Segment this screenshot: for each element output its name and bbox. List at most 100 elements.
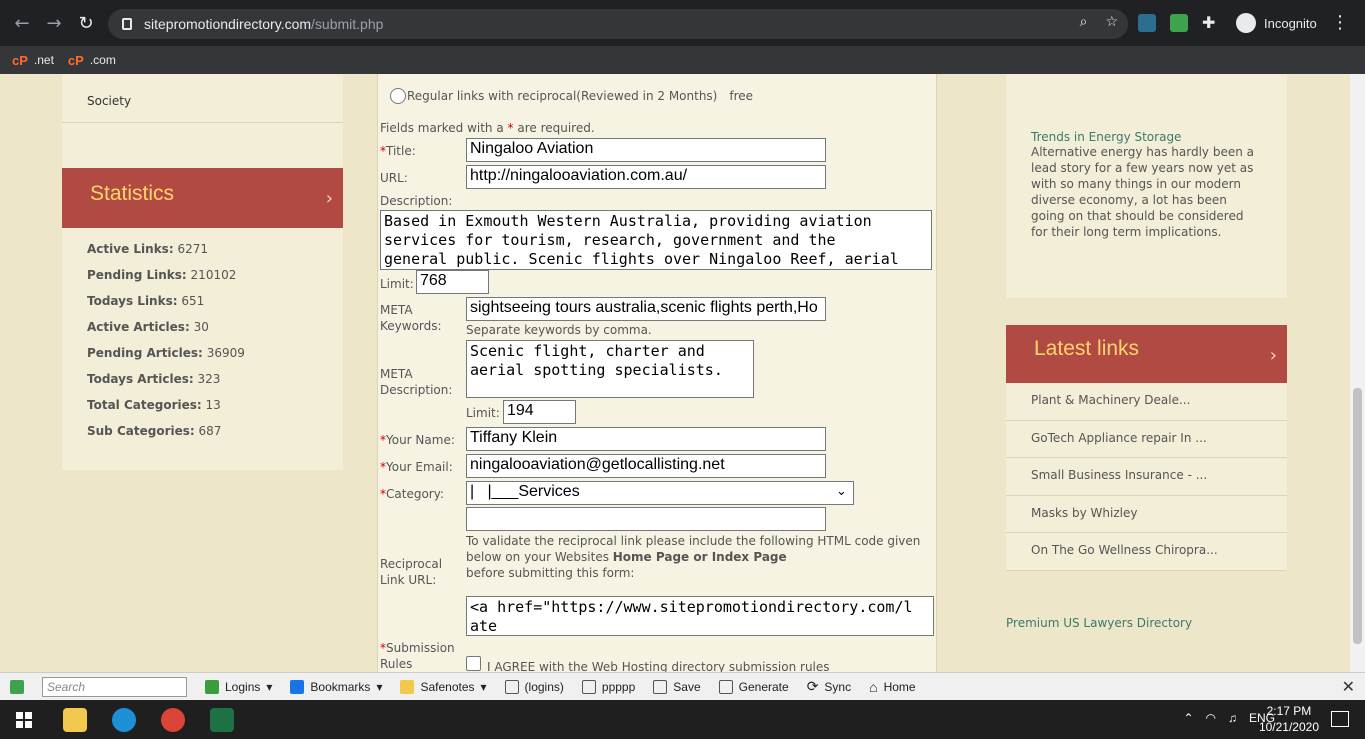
bookmark-label: .net — [33, 53, 54, 67]
forward-arrow-icon[interactable]: → — [38, 13, 70, 34]
label-text: Title: — [386, 144, 416, 158]
clock[interactable]: 2:17 PM 10/21/2020 — [1259, 703, 1319, 735]
zoom-icon[interactable]: ⌕ — [1080, 14, 1088, 30]
stat-item: Total Categories: 13 — [87, 398, 318, 424]
regular-link-radio[interactable] — [390, 88, 406, 104]
toolbar-label: ppppp — [601, 679, 636, 694]
stat-value: 36909 — [206, 346, 245, 360]
meta-limit-label: Limit: — [466, 406, 500, 420]
excel-icon[interactable] — [210, 708, 234, 732]
chevron-right-icon: › — [1269, 345, 1277, 366]
latest-link-item[interactable]: Small Business Insurance - ... — [1006, 458, 1287, 496]
clock-date: 10/21/2020 — [1258, 720, 1319, 734]
cpanel-icon: cP — [67, 52, 84, 68]
agree-checkbox[interactable] — [466, 655, 481, 671]
note-icon — [400, 679, 415, 694]
star-icon[interactable]: ☆ — [1105, 14, 1118, 30]
stat-item: Active Links: 6271 — [87, 242, 318, 268]
meta-keywords-label: META Keywords: — [380, 303, 442, 333]
latest-link-item[interactable]: Plant & Machinery Deale... — [1006, 383, 1287, 421]
menu-icon[interactable]: ⋮ — [1331, 12, 1349, 33]
stat-label: Todays Links: — [87, 294, 178, 308]
lastpass-extension-icon[interactable] — [1170, 13, 1188, 32]
stat-item: Todays Articles: 323 — [87, 372, 318, 398]
title-field[interactable]: Ningaloo Aviation — [466, 138, 826, 162]
chevron-up-icon[interactable]: ⌃ — [1183, 711, 1193, 725]
category-label[interactable]: Society — [87, 94, 131, 108]
chrome-icon[interactable] — [161, 708, 185, 732]
stat-label: Pending Links: — [87, 268, 187, 282]
volume-icon[interactable]: ♫ — [1228, 711, 1237, 725]
ppppp-item[interactable]: ppppp — [581, 679, 636, 694]
lastpass-search-input[interactable]: Search — [42, 676, 187, 697]
generate-button[interactable]: Generate — [718, 679, 789, 694]
name-field[interactable]: Tiffany Klein — [466, 427, 826, 451]
scroll-thumb[interactable] — [1353, 388, 1362, 644]
bookmark-com[interactable]: cP .com — [68, 53, 116, 68]
keywords-hint: Separate keywords by comma. — [466, 323, 652, 337]
lastpass-icon[interactable] — [10, 679, 24, 694]
windows-taskbar: ⌃ ◠ ♫ ENG 2:17 PM 10/21/2020 — [0, 700, 1365, 739]
meta-description-field[interactable]: Scenic flight, charter and aerial spotti… — [466, 340, 754, 398]
latest-link-item[interactable]: GoTech Appliance repair In ... — [1006, 421, 1287, 458]
stat-item: Todays Links: 651 — [87, 294, 318, 320]
toolbar-label: Sync — [824, 679, 852, 694]
stat-value: 323 — [197, 372, 221, 386]
edge-icon[interactable] — [112, 708, 136, 732]
safenotes-menu[interactable]: Safenotes ▾ — [400, 679, 487, 694]
category-society[interactable]: Society — [62, 74, 343, 123]
trends-title[interactable]: Trends in Energy Storage — [1031, 130, 1262, 144]
statistics-header: Statistics › — [62, 168, 343, 228]
page-scrollbar[interactable] — [1350, 74, 1365, 672]
incognito-icon — [1236, 13, 1256, 33]
network-icon[interactable]: ◠ — [1206, 711, 1216, 725]
file-explorer-icon[interactable] — [63, 708, 87, 732]
trends-text: Alternative energy has hardly been a lea… — [1031, 145, 1255, 239]
reciprocal-code-field[interactable]: <a href="https://www.sitepromotiondirect… — [466, 596, 934, 636]
save-button[interactable]: Save — [653, 679, 701, 694]
reciprocal-url-field[interactable] — [466, 507, 826, 531]
description-limit: 768 — [416, 270, 489, 294]
limit-label: Limit: — [380, 277, 414, 291]
url-field[interactable]: http://ningalooaviation.com.au/ — [466, 165, 826, 189]
meta-keywords-field[interactable]: sightseeing tours australia,scenic fligh… — [466, 297, 826, 321]
close-icon[interactable]: ✕ — [1342, 677, 1355, 697]
home-button[interactable]: ⌂ Home — [869, 679, 915, 695]
agree-rules[interactable]: I AGREE with the Web Hosting directory s… — [466, 652, 830, 672]
latest-link-item[interactable]: Masks by Whizley — [1006, 496, 1287, 533]
label-text: Category: — [386, 487, 444, 501]
cpanel-icon: cP — [12, 52, 28, 68]
sync-button[interactable]: ⟳ Sync — [807, 678, 851, 695]
incognito-indicator[interactable]: Incognito — [1236, 13, 1317, 33]
address-bar[interactable]: sitepromotiondirectory.com/submit.php ⌕ … — [108, 9, 1128, 39]
extension-icon[interactable] — [1138, 13, 1156, 32]
back-arrow-icon[interactable]: ← — [6, 13, 38, 34]
windows-start-icon[interactable] — [16, 712, 32, 728]
stat-label: Sub Categories: — [87, 424, 195, 438]
logins-item[interactable]: (logins) — [504, 679, 564, 694]
reciprocal-label: Reciprocal Link URL: — [380, 557, 443, 587]
description-field[interactable]: Based in Exmouth Western Australia, prov… — [380, 210, 932, 270]
email-field[interactable]: ningalooaviation@getlocallisting.net — [466, 454, 826, 478]
toolbar-label: Safenotes — [420, 679, 475, 694]
required-note-text: Fields marked with a — [380, 121, 508, 135]
toolbar-label: Home — [883, 679, 916, 694]
puzzle-icon[interactable]: ✚ — [1202, 13, 1215, 32]
category-select[interactable]: | |___Services — [466, 481, 854, 505]
chevron-down-icon[interactable]: ⌄ — [836, 484, 847, 499]
bookmarks-menu[interactable]: Bookmarks ▾ — [290, 679, 382, 694]
premium-link[interactable]: Premium US Lawyers Directory — [1006, 616, 1192, 630]
statistics-title: Statistics — [90, 182, 175, 205]
bookmark-net[interactable]: cP .net — [12, 53, 54, 68]
latest-link-item[interactable]: On The Go Wellness Chiropra... — [1006, 533, 1287, 571]
label-text: Your Name: — [386, 433, 455, 447]
logins-menu[interactable]: Logins ▾ — [205, 679, 272, 694]
hint-bold-text: Home Page or Index Page — [612, 550, 787, 564]
chevron-right-icon: › — [325, 188, 333, 209]
url-label: URL: — [380, 171, 408, 185]
notification-icon[interactable] — [1331, 711, 1349, 727]
toolbar-label: Generate — [738, 679, 789, 694]
regular-link-option[interactable]: Regular links with reciprocal(Reviewed i… — [390, 88, 753, 104]
rules-label: *Submission Rules — [380, 641, 455, 671]
reload-icon[interactable]: ↻ — [70, 13, 102, 34]
